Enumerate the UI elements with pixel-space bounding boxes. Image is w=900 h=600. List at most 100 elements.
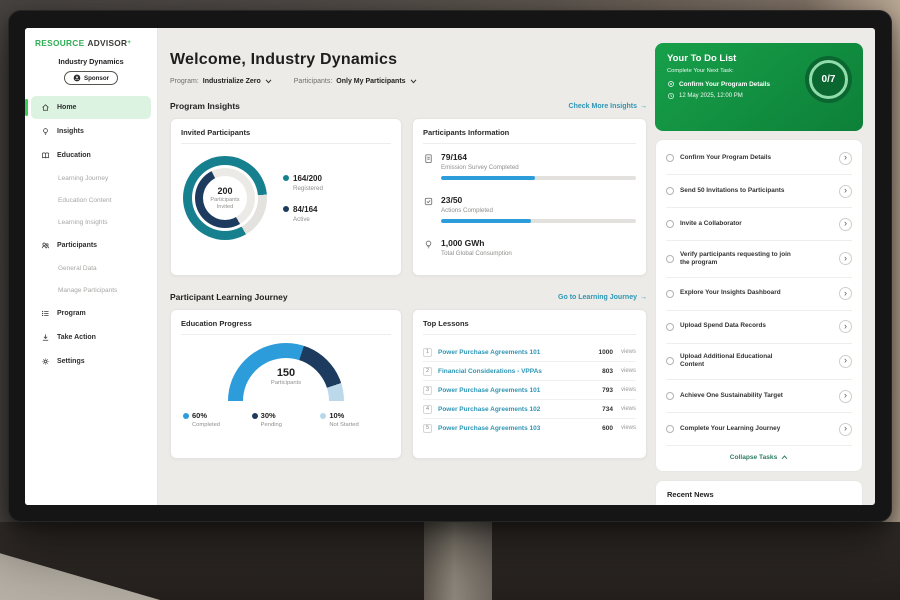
task-checkbox[interactable] bbox=[666, 255, 674, 263]
sidebar-item-label: Manage Participants bbox=[58, 287, 117, 294]
task-label: Complete Your Learning Journey bbox=[680, 425, 798, 433]
task-chevron-button[interactable]: › bbox=[839, 287, 852, 300]
sidebar-item-learning-journey[interactable]: Learning Journey bbox=[31, 168, 151, 189]
clipboard-icon bbox=[423, 153, 434, 164]
task-row: Complete Your Learning Journey › bbox=[666, 413, 852, 446]
program-filter: Program: Industrialize Zero bbox=[170, 78, 272, 85]
stat-actions-completed: 23/50 Actions Completed bbox=[423, 195, 636, 223]
check-more-insights-link[interactable]: Check More Insights → bbox=[569, 103, 647, 110]
target-icon bbox=[667, 80, 675, 88]
task-label: Invite a Collaborator bbox=[680, 220, 798, 228]
legend-dot-light-blue bbox=[320, 413, 326, 419]
task-checkbox[interactable] bbox=[666, 220, 674, 228]
sidebar-item-label: Education Content bbox=[58, 197, 111, 204]
sidebar-item-label: Learning Journey bbox=[58, 175, 108, 182]
lesson-link[interactable]: Power Purchase Agreements 103 bbox=[438, 425, 596, 432]
card-title: Invited Participants bbox=[181, 128, 391, 144]
sidebar: RESOURCEADVISOR+ Industry Dynamics Spons… bbox=[25, 28, 158, 505]
task-checkbox[interactable] bbox=[666, 290, 674, 298]
sponsor-badge: Sponsor bbox=[64, 71, 118, 85]
donut-center-label: Participants Invited bbox=[204, 197, 246, 210]
clock-icon bbox=[667, 92, 675, 100]
lesson-link[interactable]: Power Purchase Agreements 101 bbox=[438, 349, 593, 356]
legend-label: Completed bbox=[192, 422, 252, 428]
lesson-views: 793 bbox=[602, 387, 613, 394]
task-chevron-button[interactable]: › bbox=[839, 355, 852, 368]
stat-value: 23/50 bbox=[441, 195, 636, 205]
task-chevron-button[interactable]: › bbox=[839, 320, 852, 333]
gear-icon bbox=[41, 357, 50, 366]
lesson-link[interactable]: Power Purchase Agreements 101 bbox=[438, 387, 596, 394]
card-title: Top Lessons bbox=[423, 319, 636, 335]
sidebar-item-participants[interactable]: Participants bbox=[31, 234, 151, 257]
task-checkbox[interactable] bbox=[666, 323, 674, 331]
todo-progress-circle: 0/7 bbox=[805, 56, 852, 103]
gauge-center: 150 Participants bbox=[228, 367, 344, 386]
sidebar-item-take-action[interactable]: Take Action bbox=[31, 326, 151, 349]
program-dropdown[interactable]: Industrialize Zero bbox=[203, 78, 272, 85]
link-label: Check More Insights bbox=[569, 103, 637, 110]
task-checkbox[interactable] bbox=[666, 154, 674, 162]
education-progress-gauge: 150 Participants bbox=[228, 343, 344, 401]
program-filter-label: Program: bbox=[170, 78, 199, 85]
task-label: Upload Additional Educational Content bbox=[680, 353, 798, 370]
sidebar-item-settings[interactable]: Settings bbox=[31, 350, 151, 373]
task-chevron-button[interactable]: › bbox=[839, 423, 852, 436]
legend-pending: 30% Pending bbox=[252, 411, 321, 428]
task-row: Upload Spend Data Records › bbox=[666, 311, 852, 344]
task-chevron-button[interactable]: › bbox=[839, 218, 852, 231]
lesson-rank: 4 bbox=[423, 405, 432, 414]
collapse-tasks-label: Collapse Tasks bbox=[730, 454, 778, 461]
filters-row: Program: Industrialize Zero Participants… bbox=[170, 78, 647, 85]
section-title-learning-journey: Participant Learning Journey bbox=[170, 292, 288, 302]
task-label: Explore Your Insights Dashboard bbox=[680, 289, 798, 297]
task-label: Achieve One Sustainability Target bbox=[680, 392, 798, 400]
sidebar-item-education-content[interactable]: Education Content bbox=[31, 190, 151, 211]
stat-label: Actions Completed bbox=[441, 207, 636, 214]
main-content: Welcome, Industry Dynamics Program: Indu… bbox=[170, 28, 647, 459]
task-checkbox[interactable] bbox=[666, 357, 674, 365]
collapse-tasks-link[interactable]: Collapse Tasks bbox=[666, 446, 852, 469]
lesson-views: 734 bbox=[602, 406, 613, 413]
bulb-icon bbox=[423, 239, 434, 250]
task-checkbox[interactable] bbox=[666, 425, 674, 433]
sidebar-item-general-data[interactable]: General Data bbox=[31, 258, 151, 279]
app-logo: RESOURCEADVISOR+ bbox=[25, 28, 157, 48]
todo-next-task: Confirm Your Program Details bbox=[667, 80, 805, 88]
sidebar-item-home[interactable]: Home bbox=[31, 96, 151, 119]
education-progress-card: Education Progress 150 Participants 60% … bbox=[170, 309, 402, 459]
bulb-icon bbox=[41, 127, 50, 136]
participants-dropdown[interactable]: Only My Participants bbox=[336, 78, 416, 85]
task-row: Verify participants requesting to join t… bbox=[666, 241, 852, 278]
task-chevron-button[interactable]: › bbox=[839, 152, 852, 165]
legend-label: Not Started bbox=[329, 422, 389, 428]
todo-panel: Your To Do List Complete Your Next Task:… bbox=[655, 43, 863, 505]
lesson-rank: 2 bbox=[423, 367, 432, 376]
task-chevron-button[interactable]: › bbox=[839, 185, 852, 198]
lesson-rank: 1 bbox=[423, 348, 432, 357]
sidebar-item-label: Home bbox=[57, 104, 76, 111]
sidebar-item-learning-insights[interactable]: Learning Insights bbox=[31, 212, 151, 233]
go-to-learning-journey-link[interactable]: Go to Learning Journey → bbox=[558, 294, 647, 301]
sidebar-item-manage-participants[interactable]: Manage Participants bbox=[31, 280, 151, 301]
legend-dot-blue bbox=[183, 413, 189, 419]
download-icon bbox=[41, 333, 50, 342]
lesson-link[interactable]: Financial Considerations - VPPAs bbox=[438, 368, 596, 375]
sidebar-item-education[interactable]: Education bbox=[31, 144, 151, 167]
legend-completed: 60% Completed bbox=[183, 411, 252, 428]
link-label: Go to Learning Journey bbox=[558, 294, 637, 301]
sidebar-item-program[interactable]: Program bbox=[31, 302, 151, 325]
sidebar-item-insights[interactable]: Insights bbox=[31, 120, 151, 143]
check-square-icon bbox=[423, 196, 434, 207]
todo-datetime-label: 12 May 2025, 12:00 PM bbox=[679, 93, 743, 99]
home-icon bbox=[41, 103, 50, 112]
participants-dropdown-value: Only My Participants bbox=[336, 78, 405, 85]
todo-progress-value: 0/7 bbox=[822, 74, 836, 85]
lesson-link[interactable]: Power Purchase Agreements 102 bbox=[438, 406, 596, 413]
task-chevron-button[interactable]: › bbox=[839, 252, 852, 265]
task-checkbox[interactable] bbox=[666, 392, 674, 400]
task-chevron-button[interactable]: › bbox=[839, 390, 852, 403]
task-checkbox[interactable] bbox=[666, 187, 674, 195]
lesson-views-label: views bbox=[621, 406, 636, 412]
gauge-center-label: Participants bbox=[228, 380, 344, 386]
